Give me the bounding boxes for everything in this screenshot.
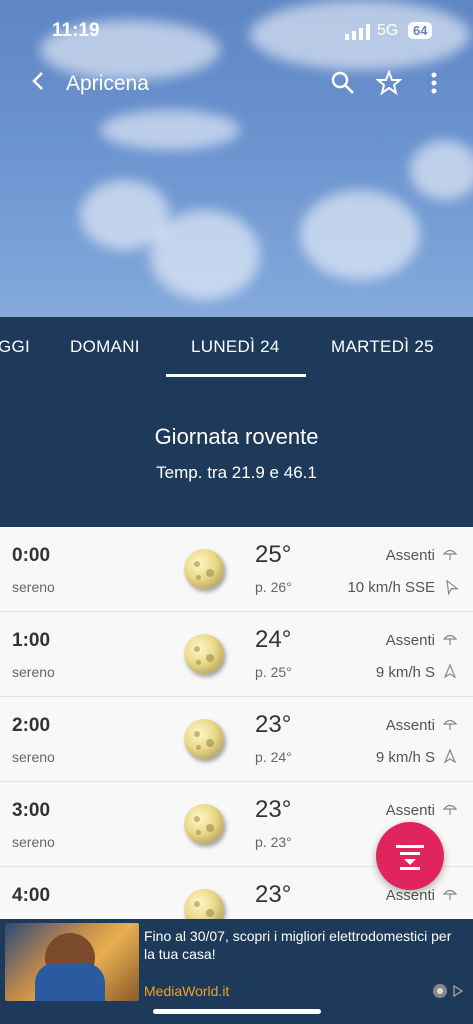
filter-icon (394, 840, 426, 877)
ad-brand[interactable]: MediaWorld.it (144, 983, 229, 999)
day-summary-title: Giornata rovente (154, 424, 319, 449)
condition-label: sereno (12, 664, 55, 680)
temperature: 23° (255, 796, 292, 823)
wind-arrow-icon (443, 748, 457, 768)
tab-oggi[interactable]: GGI (0, 337, 30, 357)
condition-label: sereno (12, 834, 55, 850)
umbrella-icon (442, 717, 458, 736)
moon-icon (184, 719, 224, 759)
hour-label: 2:00 (12, 715, 51, 736)
rain-label: Assenti (385, 632, 435, 649)
status-bar: 11:19 5G 64 (0, 20, 473, 44)
hour-label: 3:00 (12, 800, 51, 821)
signal-icon (345, 24, 371, 45)
perceived-temperature: p. 24° (255, 749, 292, 765)
header-sky-image (0, 0, 473, 317)
search-icon[interactable] (330, 70, 356, 101)
umbrella-icon (442, 547, 458, 566)
tab-martedi-25[interactable]: MARTEDÌ 25 (331, 337, 434, 357)
ad-text: Fino al 30/07, scopri i migliori elettro… (144, 928, 452, 962)
list-item[interactable]: 2:00 sereno 23° p. 24° Assenti 9 km/h S (0, 697, 473, 782)
hour-label: 1:00 (12, 630, 51, 651)
moon-icon (184, 634, 224, 674)
perceived-temperature: p. 25° (255, 664, 292, 680)
rain-label: Assenti (385, 802, 435, 819)
tab-domani[interactable]: DOMANI (70, 337, 140, 357)
home-indicator (153, 1009, 321, 1014)
day-tabs: GGI DOMANI LUNEDÌ 24 MARTEDÌ 25 (0, 317, 473, 379)
ad-image[interactable] (5, 923, 139, 1001)
wind-label: 9 km/h S (375, 664, 435, 681)
wind-arrow-icon (443, 663, 457, 683)
status-time: 11:19 (52, 20, 100, 41)
condition-label: sereno (12, 749, 55, 765)
more-vert-icon[interactable] (424, 70, 444, 101)
filter-fab-button[interactable] (376, 822, 444, 890)
umbrella-icon (442, 887, 458, 906)
umbrella-icon (442, 802, 458, 821)
moon-icon (184, 804, 224, 844)
temperature: 23° (255, 711, 292, 738)
tab-lunedi-24[interactable]: LUNEDÌ 24 (191, 337, 280, 357)
day-summary-subtitle: Temp. tra 21.9 e 46.1 (156, 463, 317, 482)
location-title: Apricena (66, 72, 149, 95)
rain-label: Assenti (385, 717, 435, 734)
wind-arrow-icon (443, 579, 460, 598)
list-item[interactable]: 0:00 sereno 25° p. 26° Assenti 10 km/h S… (0, 527, 473, 612)
star-icon[interactable] (375, 69, 403, 101)
selected-tab-indicator (166, 374, 306, 377)
back-icon[interactable] (28, 68, 48, 101)
rain-label: Assenti (385, 547, 435, 564)
app-bar: Apricena (0, 60, 473, 108)
wind-label: 10 km/h SSE (347, 579, 435, 596)
moon-icon (184, 549, 224, 589)
perceived-temperature: p. 23° (255, 834, 292, 850)
perceived-temperature: p. 26° (255, 579, 292, 595)
wind-label: 9 km/h S (375, 749, 435, 766)
list-item[interactable]: 1:00 sereno 24° p. 25° Assenti 9 km/h S (0, 612, 473, 697)
umbrella-icon (442, 632, 458, 651)
hour-label: 0:00 (12, 545, 51, 566)
battery-indicator: 64 (408, 22, 433, 39)
network-label: 5G (377, 22, 399, 39)
hour-label: 4:00 (12, 885, 51, 906)
moon-icon (184, 889, 224, 919)
temperature: 25° (255, 541, 292, 568)
ad-info-icon[interactable] (432, 983, 464, 1004)
day-summary: Giornata rovente Temp. tra 21.9 e 46.1 (0, 379, 473, 527)
temperature: 23° (255, 881, 292, 908)
temperature: 24° (255, 626, 292, 653)
condition-label: sereno (12, 579, 55, 595)
